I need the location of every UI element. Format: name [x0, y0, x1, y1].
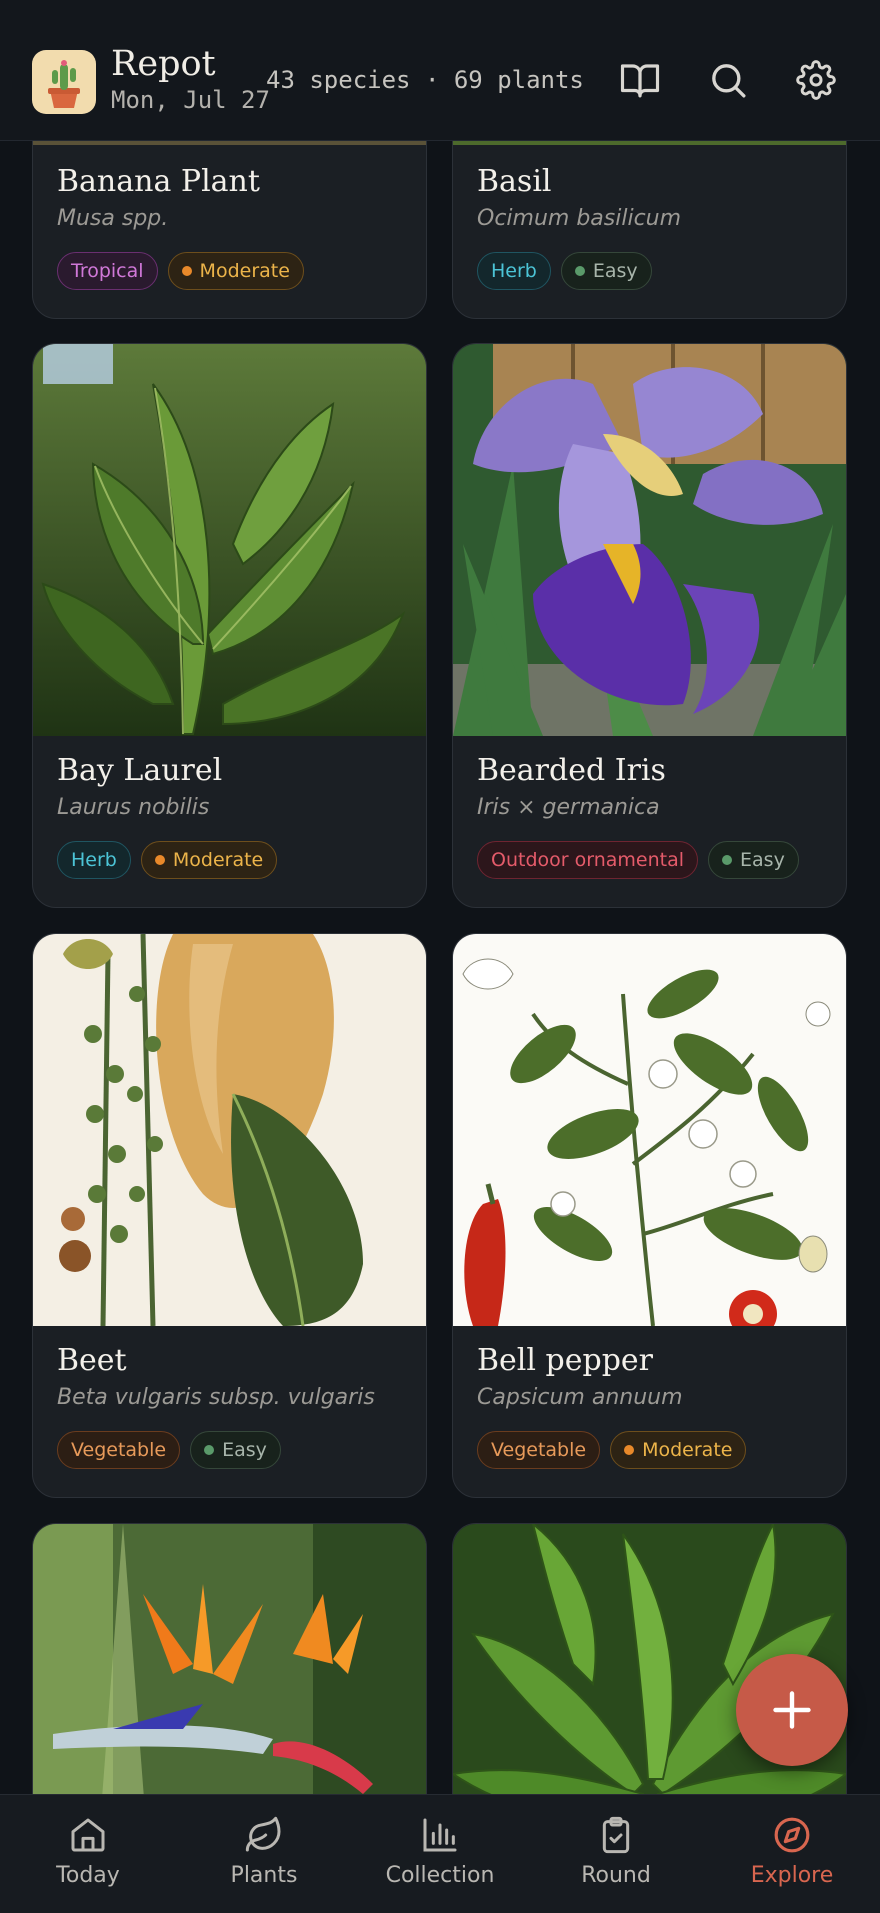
difficulty-dot-icon: [181, 266, 192, 276]
card-name: Bearded Iris: [477, 753, 666, 788]
bar-chart-icon: [423, 1818, 457, 1852]
nav-round[interactable]: Round: [528, 1795, 704, 1913]
category-tag: Vegetable: [477, 1431, 601, 1469]
card-tags: Outdoor ornamental Easy: [477, 841, 799, 879]
collection-stats: 43 species · 69 plants: [266, 66, 584, 94]
species-card-bearded-iris[interactable]: Bearded Iris Iris × germanica Outdoor or…: [452, 343, 847, 908]
card-scientific-name: Ocimum basilicum: [477, 206, 682, 231]
difficulty-dot-icon: [624, 1445, 635, 1455]
card-name: Bay Laurel: [57, 753, 223, 788]
card-scientific-name: Iris × germanica: [477, 795, 660, 820]
card-tags: Vegetable Easy: [57, 1431, 281, 1469]
nav-label: Explore: [750, 1863, 834, 1888]
category-tag: Outdoor ornamental: [477, 841, 699, 879]
species-card-bay-laurel[interactable]: Bay Laurel Laurus nobilis Herb Moderate: [32, 343, 427, 908]
card-name: Beet: [57, 1343, 127, 1378]
card-scientific-name: Laurus nobilis: [57, 795, 210, 820]
nav-collection[interactable]: Collection: [352, 1795, 528, 1913]
nav-today[interactable]: Today: [0, 1795, 176, 1913]
book-open-icon: [620, 64, 660, 98]
app-logo-icon: [32, 50, 96, 114]
add-plant-button[interactable]: [736, 1654, 848, 1766]
difficulty-dot-icon: [154, 855, 165, 865]
compass-icon: [774, 1817, 810, 1853]
nav-label: Plants: [230, 1863, 298, 1888]
search-button[interactable]: [704, 56, 752, 104]
difficulty-tag: Moderate: [140, 841, 278, 879]
nav-plants[interactable]: Plants: [176, 1795, 352, 1913]
species-grid: Banana Plant Musa spp. Tropical Moderate…: [0, 0, 880, 1912]
bay-laurel-image: [33, 344, 426, 736]
category-tag: Tropical: [57, 252, 158, 290]
difficulty-dot-icon: [722, 855, 733, 865]
bearded-iris-image: [453, 344, 846, 736]
clipboard-check-icon: [602, 1816, 630, 1854]
search-icon: [712, 64, 746, 98]
card-scientific-name: Beta vulgaris subsp. vulgaris: [57, 1385, 375, 1410]
gear-icon: [796, 60, 836, 100]
difficulty-dot-icon: [574, 266, 585, 276]
card-tags: Tropical Moderate: [57, 252, 304, 290]
difficulty-tag: Moderate: [610, 1431, 747, 1469]
bottom-nav: Today Plants Collection Round Explore: [0, 1794, 880, 1913]
guide-button[interactable]: [616, 56, 664, 104]
category-tag: Herb: [477, 252, 551, 290]
species-card-bell-pepper[interactable]: Bell pepper Capsicum annuum Vegetable Mo…: [452, 933, 847, 1498]
home-icon: [71, 1818, 105, 1852]
nav-label: Today: [56, 1863, 120, 1888]
bell-pepper-image: [453, 934, 846, 1326]
difficulty-tag: Easy: [560, 252, 652, 290]
card-tags: Herb Moderate: [57, 841, 278, 879]
difficulty-tag: Moderate: [167, 252, 304, 290]
plus-icon: [773, 1691, 811, 1729]
card-scientific-name: Capsicum annuum: [477, 1385, 683, 1410]
card-name: Basil: [477, 164, 552, 199]
card-scientific-name: Musa spp.: [57, 206, 169, 231]
category-tag: Vegetable: [57, 1431, 181, 1469]
leaf-icon: [245, 1816, 281, 1852]
beet-image: [33, 934, 426, 1326]
card-tags: Herb Easy: [477, 252, 652, 290]
nav-label: Round: [581, 1863, 651, 1888]
app-title: Repot: [111, 44, 216, 84]
nav-label: Collection: [385, 1863, 495, 1888]
nav-explore[interactable]: Explore: [704, 1795, 880, 1913]
difficulty-dot-icon: [204, 1445, 215, 1455]
header-date: Mon, Jul 27: [111, 86, 270, 114]
difficulty-tag: Easy: [190, 1431, 281, 1469]
species-card-beet[interactable]: Beet Beta vulgaris subsp. vulgaris Veget…: [32, 933, 427, 1498]
app-header: Repot Mon, Jul 27 43 species · 69 plants: [0, 0, 880, 141]
category-tag: Herb: [57, 841, 131, 879]
settings-button[interactable]: [792, 56, 840, 104]
difficulty-tag: Easy: [708, 841, 799, 879]
card-name: Bell pepper: [477, 1343, 653, 1378]
card-name: Banana Plant: [57, 164, 260, 199]
card-tags: Vegetable Moderate: [477, 1431, 747, 1469]
